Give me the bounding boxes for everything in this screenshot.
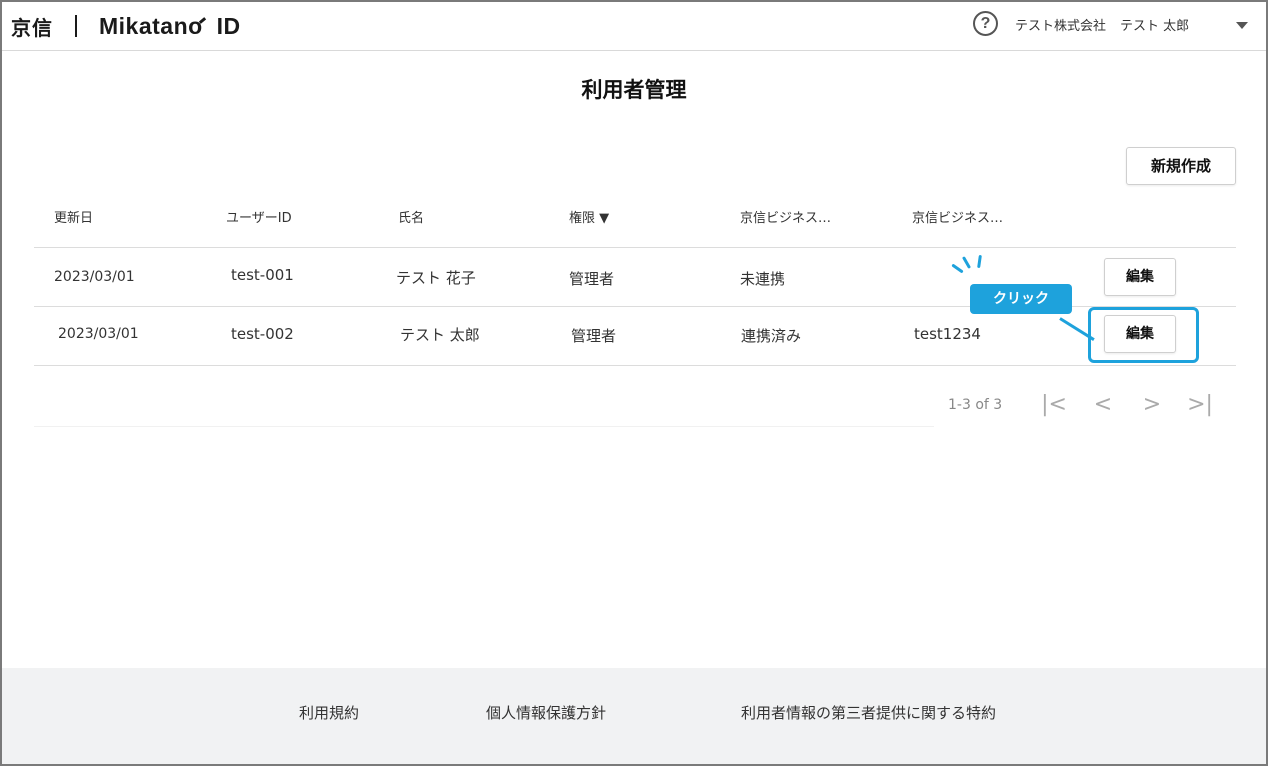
create-new-button[interactable]: 新規作成 — [1126, 147, 1236, 185]
first-page-icon[interactable]: |< — [1041, 392, 1067, 418]
logo-separator — [75, 15, 77, 37]
cell-user-id: test-001 — [231, 266, 294, 284]
column-header-name[interactable]: 氏名 — [398, 207, 424, 226]
user-name: テスト 太郎 — [1120, 19, 1190, 34]
page-footer — [2, 668, 1266, 764]
footer-link-privacy[interactable]: 個人情報保護方針 — [486, 702, 606, 723]
user-menu[interactable]: テスト株式会社 テスト 太郎 — [1015, 15, 1189, 34]
cell-name: テスト 花子 — [396, 269, 476, 287]
cell-role: 管理者 — [571, 327, 617, 345]
footer-link-terms[interactable]: 利用規約 — [299, 702, 359, 723]
last-page-icon[interactable]: >| — [1187, 392, 1213, 418]
page-title: 利用者管理 — [581, 78, 687, 102]
pagination-range: 1-3 of 3 — [948, 397, 1003, 413]
company-name: テスト株式会社 — [1015, 19, 1107, 34]
column-header-user-id[interactable]: ユーザーID — [226, 207, 292, 226]
chevron-down-icon[interactable] — [1236, 22, 1248, 29]
table-header-divider — [34, 247, 1236, 248]
table-footer-line — [34, 426, 934, 427]
cell-link-status: 連携済み — [741, 327, 802, 345]
cell-biz-id: test1234 — [914, 325, 981, 343]
table-bottom-divider — [34, 365, 1236, 366]
window-frame — [0, 0, 1268, 766]
column-header-biz-link[interactable]: 京信ビジネス… — [740, 207, 831, 226]
next-page-icon[interactable]: > — [1139, 392, 1165, 418]
footer-link-third-party[interactable]: 利用者情報の第三者提供に関する特約 — [741, 702, 996, 723]
column-header-updated[interactable]: 更新日 — [54, 207, 93, 226]
logo-product: Mikatano ID — [99, 13, 241, 40]
cell-user-id: test-002 — [231, 325, 294, 343]
app-logo[interactable]: 京信 Mikatano ID — [11, 13, 241, 40]
click-highlight-box — [1088, 307, 1199, 363]
cell-link-status: 未連携 — [740, 270, 786, 288]
edit-button[interactable]: 編集 — [1104, 258, 1176, 296]
logo-brand: 京信 — [11, 15, 53, 40]
click-callout: クリック — [970, 284, 1072, 314]
cell-role: 管理者 — [569, 270, 615, 288]
logo-product-name: Mikatano — [99, 12, 203, 39]
column-header-biz-id[interactable]: 京信ビジネス… — [912, 207, 1003, 226]
column-header-role[interactable]: 権限 ▼ — [569, 207, 609, 226]
help-icon[interactable]: ? — [973, 11, 998, 36]
logo-product-suffix: ID — [216, 12, 241, 39]
cell-updated: 2023/03/01 — [58, 326, 139, 342]
prev-page-icon[interactable]: < — [1090, 392, 1116, 418]
cell-name: テスト 太郎 — [400, 326, 480, 344]
cell-updated: 2023/03/01 — [54, 269, 135, 285]
